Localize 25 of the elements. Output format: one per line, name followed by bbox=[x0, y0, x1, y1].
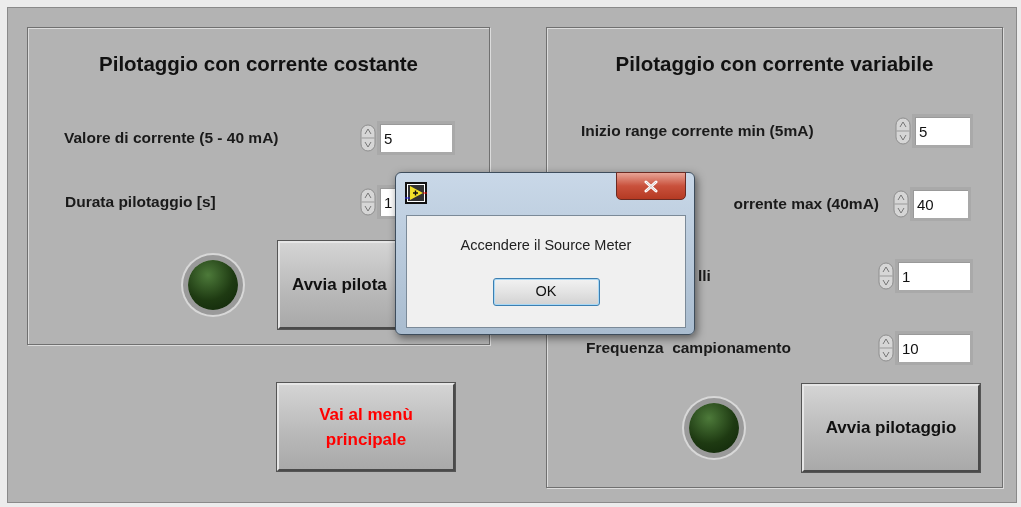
close-icon bbox=[643, 179, 659, 193]
spinner-icon[interactable] bbox=[360, 124, 376, 152]
number-field[interactable]: 10 bbox=[898, 334, 970, 362]
number-field[interactable]: 1 bbox=[898, 262, 970, 290]
app-icon bbox=[405, 182, 427, 204]
panel-title: Pilotaggio con corrente variabile bbox=[614, 51, 935, 77]
field-label: Durata pilotaggio [s] bbox=[65, 192, 216, 213]
ok-button[interactable]: OK bbox=[492, 277, 600, 306]
field-label: lli bbox=[698, 266, 711, 287]
close-button[interactable] bbox=[616, 172, 686, 200]
field-label: orrente max (40mA) bbox=[733, 194, 879, 215]
dialog-message: Accendere il Source Meter bbox=[460, 236, 632, 255]
number-field[interactable]: 40 bbox=[913, 190, 968, 218]
spinner-icon[interactable] bbox=[878, 262, 894, 290]
field-label: Frequenza campionamento bbox=[586, 338, 791, 359]
panel-title: Pilotaggio con corrente costante bbox=[98, 51, 419, 77]
spinner-icon[interactable] bbox=[893, 190, 909, 218]
start-button[interactable]: Avvia pilotaggio bbox=[802, 384, 980, 472]
spinner-icon[interactable] bbox=[360, 188, 376, 216]
spinner-icon[interactable] bbox=[895, 117, 911, 145]
field-label: Valore di corrente (5 - 40 mA) bbox=[64, 128, 279, 149]
number-field[interactable]: 5 bbox=[915, 117, 970, 145]
spinner-icon[interactable] bbox=[878, 334, 894, 362]
number-field[interactable]: 5 bbox=[380, 124, 452, 152]
field-label: Inizio range corrente min (5mA) bbox=[581, 121, 814, 142]
